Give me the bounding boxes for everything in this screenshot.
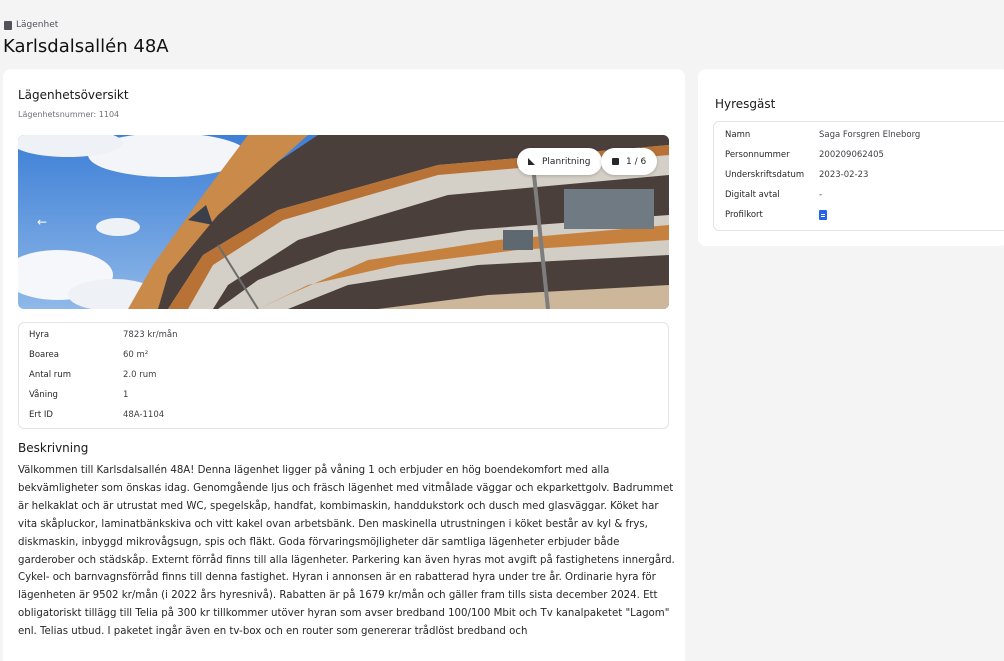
detail-label: Våning (29, 390, 58, 400)
tenant-value: Saga Forsgren Elneborg (819, 130, 921, 140)
tenant-value: 2023-02-23 (819, 170, 869, 180)
tenant-card: Hyresgäst Namn Saga Forsgren Elneborg Pe… (698, 69, 1004, 246)
detail-label: Ert ID (29, 410, 53, 420)
tenant-label: Underskriftsdatum (725, 170, 805, 180)
tenant-label: Profilkort (725, 210, 763, 220)
floorplan-icon (528, 158, 535, 165)
description-text: Välkommen till Karlsdalsallén 48A! Denna… (18, 465, 675, 638)
breadcrumb-label[interactable]: Lägenhet (16, 20, 58, 30)
image-counter-label: 1 / 6 (626, 156, 647, 167)
apartment-number: Lägenhetsnummer: 1104 (18, 110, 120, 119)
apartment-details-table: Hyra 7823 kr/mån Boarea 60 m² Antal rum … (18, 322, 669, 429)
floorplan-label: Planritning (542, 156, 591, 167)
detail-value: 60 m² (123, 350, 149, 360)
image-counter[interactable]: 1 / 6 (601, 148, 658, 175)
apartment-overview-card: Lägenhetsöversikt Lägenhetsnummer: 1104 (3, 69, 685, 661)
floorplan-button[interactable]: Planritning (517, 148, 602, 175)
tenant-value: 200209062405 (819, 150, 884, 160)
detail-value: 2.0 rum (123, 370, 157, 380)
image-icon (612, 158, 619, 165)
apartment-image-gallery[interactable]: ← Planritning 1 / 6 (18, 135, 669, 309)
tenant-label: Digitalt avtal (725, 190, 780, 200)
page-title: Karlsdalsallén 48A (3, 36, 169, 57)
tenant-details-table: Namn Saga Forsgren Elneborg Personnummer… (713, 121, 1004, 231)
tenant-label: Namn (725, 130, 751, 140)
tenant-value: - (819, 190, 823, 200)
detail-label: Boarea (29, 350, 59, 360)
arrow-left-icon[interactable]: ← (37, 215, 47, 229)
tenant-label: Personnummer (725, 150, 790, 160)
overview-title: Lägenhetsöversikt (18, 88, 129, 102)
breadcrumb: Lägenhet (4, 20, 58, 30)
detail-label: Antal rum (29, 370, 71, 380)
document-icon[interactable] (819, 210, 827, 220)
building-icon (4, 20, 12, 30)
detail-value: 1 (123, 390, 129, 400)
tenant-title: Hyresgäst (715, 97, 776, 111)
detail-label: Hyra (29, 330, 50, 340)
detail-value: 7823 kr/mån (123, 330, 178, 340)
description-title: Beskrivning (18, 441, 89, 455)
detail-value: 48A-1104 (123, 410, 165, 420)
